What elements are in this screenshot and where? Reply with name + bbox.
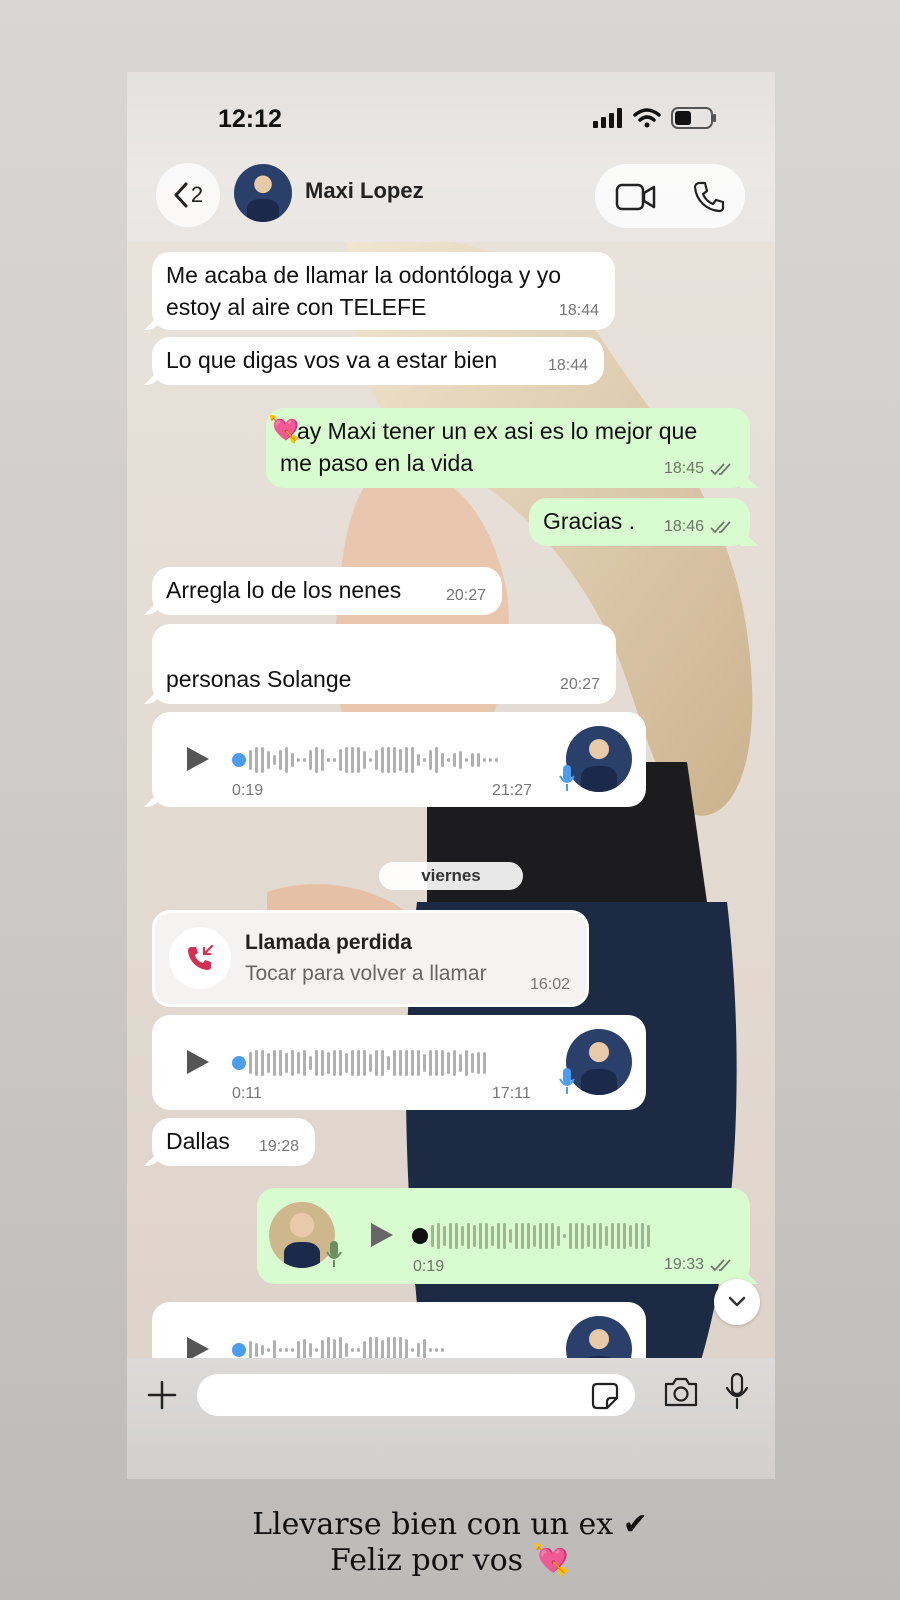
message-time: 21:27 xyxy=(492,782,533,799)
message-incoming[interactable]: Arregla lo de los nenes 20:27 xyxy=(152,567,502,615)
chevron-left-icon xyxy=(174,182,188,208)
message-time: 18:44 xyxy=(558,302,599,319)
message-time: 20:27 xyxy=(445,587,486,604)
chevron-down-icon xyxy=(728,1296,746,1307)
voice-duration: 0:19 xyxy=(232,782,264,799)
contact-name[interactable]: Maxi Lopez xyxy=(305,178,424,204)
message-time: 19:28 xyxy=(258,1138,299,1155)
double-check-icon xyxy=(710,1259,731,1272)
message-time: 16:02 xyxy=(529,976,570,993)
message-incoming[interactable]: personas Solange 20:27 xyxy=(152,624,616,704)
plus-icon[interactable] xyxy=(147,1380,177,1410)
message-time: 18:44 xyxy=(547,357,588,374)
video-camera-icon[interactable] xyxy=(615,182,657,212)
microphone-icon xyxy=(559,765,575,791)
voice-message-outgoing[interactable]: 0:19 19:33 xyxy=(257,1188,750,1284)
story-caption-line2: Feliz por vos 💘 xyxy=(330,1543,570,1578)
message-incoming[interactable]: Lo que digas vos va a estar bien 18:44 xyxy=(152,337,604,385)
message-time: 18:46 xyxy=(663,518,704,535)
message-text: me paso en la vida xyxy=(280,450,474,476)
message-text: Me acaba de llamar la odontóloga y yo xyxy=(166,262,562,288)
battery-icon xyxy=(671,107,716,129)
double-check-icon xyxy=(710,521,731,534)
message-input-bar xyxy=(127,1358,775,1479)
voice-waveform[interactable] xyxy=(232,745,498,775)
message-outgoing[interactable]: Gracias . 18:46 xyxy=(529,498,750,546)
missed-call-card[interactable]: Llamada perdida Tocar para volver a llam… xyxy=(152,910,589,1007)
microphone-icon[interactable] xyxy=(725,1372,749,1410)
message-time: 20:27 xyxy=(559,676,600,693)
heart-emoji: 💘 xyxy=(268,414,301,444)
scroll-to-bottom-button[interactable] xyxy=(714,1279,760,1325)
status-icons xyxy=(593,107,717,129)
play-icon[interactable] xyxy=(185,745,211,773)
voice-duration: 0:11 xyxy=(232,1085,262,1102)
day-separator: viernes xyxy=(379,862,523,890)
message-time: 18:45 xyxy=(663,460,704,477)
missed-call-subtitle: Tocar para volver a llamar xyxy=(245,962,487,985)
voice-message-incoming[interactable]: 0:19 21:27 xyxy=(152,712,646,807)
message-time: 17:11 xyxy=(492,1085,531,1102)
message-text: personas Solange xyxy=(166,666,352,692)
message-text: Dallas xyxy=(166,1128,230,1154)
unread-count: 2 xyxy=(190,182,204,207)
microphone-icon xyxy=(326,1241,342,1267)
missed-call-title: Llamada perdida xyxy=(245,931,412,954)
microphone-icon xyxy=(559,1068,575,1094)
camera-icon[interactable] xyxy=(663,1376,699,1408)
message-text: Arregla lo de los nenes xyxy=(166,577,402,603)
play-icon[interactable] xyxy=(369,1221,395,1249)
status-time: 12:12 xyxy=(218,105,282,133)
message-text: Gracias . xyxy=(543,508,636,534)
missed-call-badge xyxy=(169,927,231,989)
wifi-icon xyxy=(633,108,661,128)
message-text: ay Maxi tener un ex asi es lo mejor que xyxy=(297,418,698,444)
message-outgoing[interactable]: 💘 ay Maxi tener un ex asi es lo mejor qu… xyxy=(266,408,750,488)
missed-call-icon xyxy=(188,944,214,970)
voice-duration: 0:19 xyxy=(413,1258,445,1275)
voice-message-incoming[interactable]: 0:11 17:11 xyxy=(152,1015,646,1110)
contact-avatar[interactable] xyxy=(234,164,292,222)
sticker-icon[interactable] xyxy=(591,1382,619,1410)
voice-waveform[interactable] xyxy=(232,1048,486,1078)
phone-icon[interactable] xyxy=(692,180,726,214)
story-caption-line1: Llevarse bien con un ex ✔ xyxy=(252,1507,648,1542)
message-incoming[interactable]: Dallas 19:28 xyxy=(152,1118,315,1166)
message-input[interactable] xyxy=(197,1374,635,1416)
message-time: 19:33 xyxy=(663,1256,704,1273)
message-text: Lo que digas vos va a estar bien xyxy=(166,347,498,373)
voice-waveform[interactable] xyxy=(412,1221,650,1251)
message-incoming[interactable]: Me acaba de llamar la odontóloga y yo es… xyxy=(152,252,615,330)
play-icon[interactable] xyxy=(185,1048,211,1076)
call-actions xyxy=(595,164,745,228)
back-button[interactable]: 2 xyxy=(156,163,220,227)
signal-icon xyxy=(593,108,622,128)
phone-screen: 12:12 2 Maxi Lopez Me acaba de llamar la… xyxy=(127,72,775,1479)
message-text: estoy al aire con TELEFE xyxy=(166,294,427,320)
double-check-icon xyxy=(710,463,731,476)
